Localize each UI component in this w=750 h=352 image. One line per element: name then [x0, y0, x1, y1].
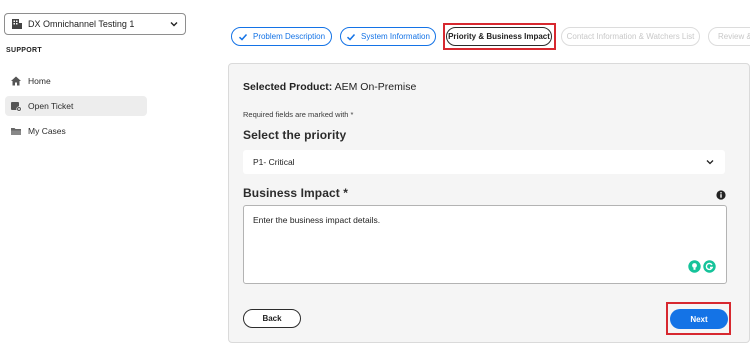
selected-product-value: AEM On-Premise: [334, 81, 417, 93]
sidebar-item-label: My Cases: [28, 126, 66, 136]
home-icon: [10, 75, 22, 87]
step-contact-information[interactable]: Contact Information & Watchers List: [561, 27, 700, 46]
bulb-icon[interactable]: [688, 260, 701, 273]
textarea-tools: [688, 260, 716, 273]
chevron-down-icon: [705, 157, 715, 167]
selected-product-label: Selected Product:: [243, 81, 333, 93]
sidebar: DX Omnichannel Testing 1 SUPPORT Home Op…: [0, 0, 222, 352]
step-label: Review &: [718, 32, 750, 41]
priority-select[interactable]: P1- Critical: [243, 150, 725, 174]
check-icon: [238, 32, 248, 42]
chevron-down-icon: [169, 19, 179, 29]
info-icon[interactable]: [716, 190, 726, 200]
step-problem-description[interactable]: Problem Description: [231, 27, 332, 46]
org-selector[interactable]: DX Omnichannel Testing 1: [4, 13, 186, 35]
step-label: Contact Information & Watchers List: [566, 32, 695, 41]
step-label: Problem Description: [252, 32, 326, 41]
selected-product: Selected Product: AEM On-Premise: [243, 81, 416, 93]
ticket-icon: [10, 100, 22, 112]
org-selector-label: DX Omnichannel Testing 1: [28, 19, 135, 29]
section-label-support: SUPPORT: [6, 47, 42, 54]
business-impact-placeholder: Enter the business impact details.: [253, 215, 381, 225]
impact-heading: Business Impact *: [243, 186, 349, 200]
step-review[interactable]: Review &: [708, 27, 750, 46]
grammarly-icon[interactable]: [703, 260, 716, 273]
building-icon: [11, 18, 23, 30]
check-icon: [346, 32, 356, 42]
next-button[interactable]: Next: [670, 309, 728, 329]
sidebar-item-label: Open Ticket: [28, 101, 74, 111]
back-button[interactable]: Back: [243, 309, 301, 328]
sidebar-item-home[interactable]: Home: [5, 71, 147, 91]
form-panel: Selected Product: AEM On-Premise Require…: [228, 63, 750, 343]
sidebar-item-my-cases[interactable]: My Cases: [5, 121, 147, 141]
step-label: System Information: [361, 32, 430, 41]
priority-heading: Select the priority: [243, 128, 347, 142]
step-system-information[interactable]: System Information: [340, 27, 436, 46]
required-note: Required fields are marked with *: [243, 110, 354, 119]
step-priority-business-impact[interactable]: Priority & Business Impact: [446, 27, 552, 46]
sidebar-item-open-ticket[interactable]: Open Ticket: [5, 96, 147, 116]
priority-value: P1- Critical: [253, 157, 295, 167]
sidebar-item-label: Home: [28, 76, 51, 86]
step-label: Priority & Business Impact: [448, 32, 550, 41]
folder-icon: [10, 125, 22, 137]
business-impact-textarea[interactable]: Enter the business impact details.: [243, 205, 727, 284]
